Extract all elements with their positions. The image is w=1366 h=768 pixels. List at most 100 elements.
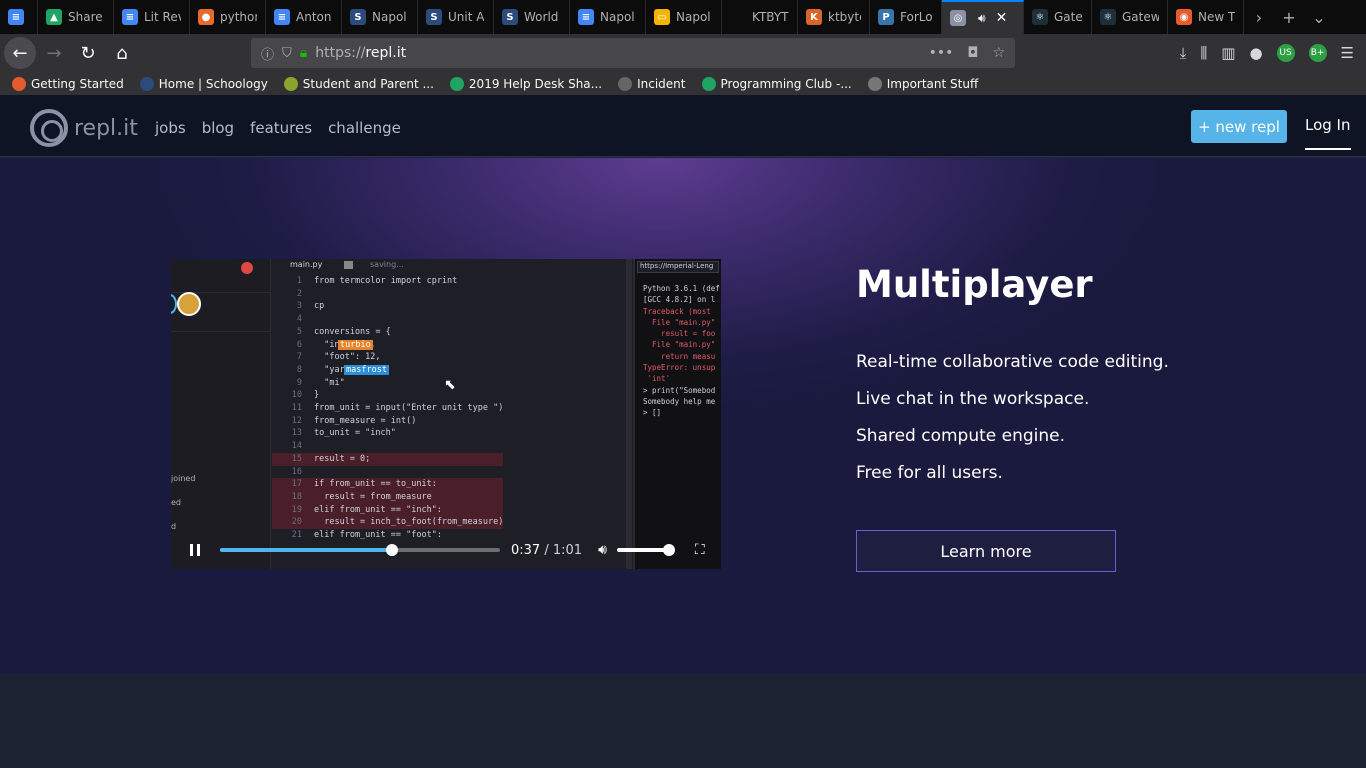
tab-close-icon[interactable]: ✕	[996, 10, 1008, 26]
home-button[interactable]: ⌂	[106, 37, 138, 69]
browser-tab[interactable]: ≡ Lit Rev	[114, 0, 190, 34]
tab-list-icon[interactable]: ⌄	[1304, 0, 1334, 34]
line-number: 13	[291, 428, 302, 439]
tracking-shield-icon[interactable]: ⛉	[282, 46, 292, 61]
code-text: elif from_unit == "inch":	[314, 504, 442, 515]
browser-tab[interactable]: S Napol	[342, 0, 418, 34]
tab-audio-icon[interactable]: 🔊︎	[978, 11, 986, 26]
site-nav: jobs blog features challenge	[155, 119, 401, 137]
browser-tab[interactable]: ▭ Napol	[646, 0, 722, 34]
bookmark-item[interactable]: 2019 Help Desk Sha...	[449, 76, 602, 91]
volume-slider[interactable]	[616, 544, 675, 556]
code-text: conversions = {	[314, 326, 391, 337]
info-icon[interactable]: ⓘ	[261, 44, 274, 63]
hero-title: Multiplayer	[856, 263, 1093, 306]
code-line: 15 result = 0;	[272, 452, 504, 466]
fullscreen-icon[interactable]: ⛶	[695, 542, 705, 558]
seek-handle[interactable]	[385, 544, 398, 556]
tab-strip: ≡ ▲ Share ≡ Lit Rev ● python ≡ Anton S Napol S Unit …	[0, 0, 1366, 34]
new-tab-icon[interactable]: +	[1274, 0, 1304, 34]
tab-title: Gatew	[1122, 10, 1159, 24]
video-console: https://Imperial-Leng Python 3.6.1 (def […	[633, 259, 721, 569]
bookmark-item[interactable]: Home | Schoology	[139, 76, 268, 91]
drive-icon: ▲	[46, 9, 62, 25]
browser-tab[interactable]: KTBYTE C	[722, 0, 798, 34]
code-text: result = 0;	[314, 453, 371, 464]
browser-tab[interactable]: P ForLoo	[870, 0, 942, 34]
power-icon	[241, 262, 253, 274]
current-time: 0:37	[511, 542, 541, 558]
tab-title: KTBYTE C	[752, 10, 789, 24]
code-line: 11 from_unit = input("Enter unit type ")	[272, 402, 504, 415]
code-line: 18 result = from_measure	[272, 490, 504, 504]
line-number: 17	[291, 479, 302, 490]
nav-challenge-link[interactable]: challenge	[328, 119, 401, 137]
bookmark-label: Getting Started	[31, 76, 124, 91]
code-line: 3 cp	[272, 300, 503, 313]
sidebar-icon[interactable]: ▥	[1221, 44, 1235, 62]
url-bar[interactable]: ⓘ ⛉ 🔒︎ https://repl.it ••• ◘ ☆	[251, 38, 1015, 68]
page-actions-icon[interactable]: •••	[929, 45, 954, 61]
browser-tab[interactable]: ≡ Anton	[266, 0, 342, 34]
chat-line: joined	[171, 474, 196, 483]
code-line: 7 "foot": 12,	[272, 351, 503, 364]
login-link[interactable]: Log In	[1305, 116, 1351, 150]
browser-tab[interactable]: Kktbyte	[798, 0, 870, 34]
lock-icon[interactable]: 🔒︎	[300, 45, 307, 61]
docs-icon: ≡	[274, 9, 290, 25]
tab-scroll-right-icon[interactable]: ›	[1244, 0, 1274, 34]
browser-tab[interactable]: S Unit A	[418, 0, 494, 34]
browser-tab[interactable]: ● python	[190, 0, 266, 34]
bookmark-item[interactable]: Student and Parent ...	[283, 76, 434, 91]
browser-tab[interactable]: ◉ New T	[1168, 0, 1244, 34]
video-sidebar: joined ed d	[171, 259, 271, 569]
code-text: }	[314, 390, 320, 401]
browser-tab[interactable]: S World	[494, 0, 570, 34]
bookmark-star-icon[interactable]: ☆	[992, 45, 1005, 61]
volume-handle[interactable]	[662, 544, 675, 556]
line-number: 2	[296, 288, 302, 299]
cursor-label: masfrost	[344, 365, 389, 375]
browser-tab[interactable]: ⚛ Gatew	[1024, 0, 1092, 34]
bookmark-item[interactable]: Programming Club -...	[701, 76, 852, 91]
reload-button[interactable]: ↻	[72, 37, 104, 69]
account-icon[interactable]: ●	[1249, 44, 1262, 62]
nav-jobs-link[interactable]: jobs	[155, 119, 186, 137]
pause-icon[interactable]	[190, 544, 200, 556]
slides-icon: ▭	[654, 9, 670, 25]
line-number: 5	[296, 326, 302, 337]
bookmark-item[interactable]: Important Stuff	[867, 76, 978, 91]
feature-list: Real-time collaborative code editing. Li…	[856, 352, 1169, 500]
code-line: 5 conversions = {	[272, 326, 503, 339]
browser-tab[interactable]: ▲ Share	[38, 0, 114, 34]
downloads-icon[interactable]: ⤓	[1180, 44, 1187, 62]
back-button[interactable]: ←	[4, 37, 36, 69]
replit-logo[interactable]: repl.it	[30, 109, 138, 147]
pocket-icon[interactable]: ◘	[967, 45, 978, 61]
bookmark-item[interactable]: Getting Started	[12, 76, 124, 91]
browser-tab[interactable]: ◎ 🔊︎ ✕	[942, 0, 1024, 34]
browser-tab[interactable]: ⚛ Gatew	[1092, 0, 1168, 34]
line-number: 14	[291, 441, 302, 452]
bookmark-icon	[12, 76, 26, 91]
bookmark-label: Incident	[637, 76, 686, 91]
volume-icon[interactable]: 🔊︎	[598, 542, 607, 558]
learn-more-button[interactable]: Learn more	[856, 530, 1116, 572]
forward-button[interactable]: →	[38, 37, 70, 69]
browser-tab[interactable]: ≡	[0, 0, 38, 34]
library-icon[interactable]: ⫼	[1200, 44, 1207, 62]
extension-us-badge[interactable]: US	[1276, 44, 1295, 62]
bookmark-item[interactable]: Incident	[618, 76, 686, 91]
menu-icon[interactable]: ☰	[1341, 44, 1354, 62]
nav-blog-link[interactable]: blog	[202, 119, 234, 137]
extension-b-badge[interactable]: B+	[1308, 44, 1327, 62]
new-repl-button[interactable]: + new repl	[1191, 110, 1287, 143]
video-controls: 0:37 / 1:01 🔊︎ ⛶	[171, 535, 721, 565]
page-footer-band	[0, 674, 1366, 768]
site-header: repl.it jobs blog features challenge + n…	[0, 95, 1366, 157]
line-number: 7	[296, 352, 302, 363]
demo-video[interactable]: joined ed d main.py saving... 1 from term…	[171, 259, 721, 569]
nav-features-link[interactable]: features	[250, 119, 312, 137]
browser-tab[interactable]: ≡ Napol	[570, 0, 646, 34]
seek-bar[interactable]	[220, 544, 500, 556]
